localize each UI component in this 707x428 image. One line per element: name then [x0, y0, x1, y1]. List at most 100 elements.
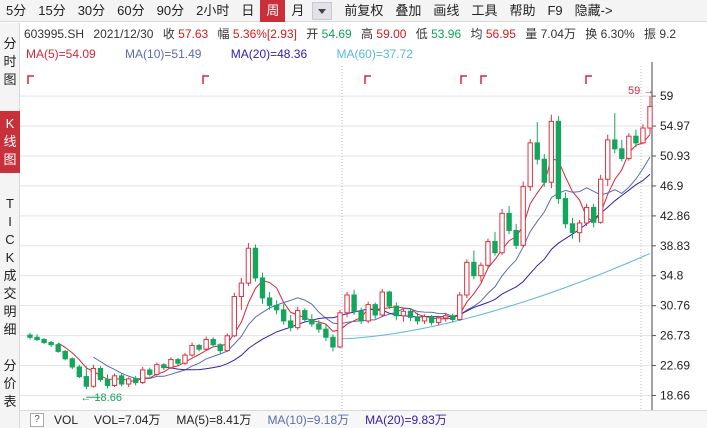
candle[interactable]	[273, 300, 280, 315]
candle[interactable]	[76, 364, 83, 379]
candle[interactable]	[104, 374, 111, 389]
candle[interactable]	[619, 139, 625, 162]
candle[interactable]	[161, 363, 167, 370]
candle[interactable]	[337, 309, 343, 349]
candle[interactable]	[548, 114, 555, 189]
candle[interactable]	[210, 337, 216, 347]
candle[interactable]	[562, 192, 569, 229]
candle[interactable]	[499, 208, 505, 255]
tool-button-2[interactable]: 画线	[427, 0, 465, 22]
candle[interactable]	[97, 366, 104, 382]
candle[interactable]	[640, 124, 646, 145]
sidebar-tab-tick[interactable]: TICK	[0, 195, 20, 267]
candle[interactable]	[62, 349, 68, 361]
sidebar-tab-deal-detail[interactable]: 成交明细	[0, 267, 20, 339]
candle[interactable]	[330, 334, 336, 352]
candle[interactable]	[506, 205, 512, 235]
kline-chart[interactable]: 59 54.97 50.93 46.9 42.86 38.83 34.8 30.76 26.73…	[20, 62, 707, 410]
sidebar-tab-price-table[interactable]: 分价表	[0, 357, 20, 411]
period-tab-1[interactable]: 15分	[32, 0, 71, 22]
candle[interactable]	[393, 302, 400, 321]
candle[interactable]	[118, 373, 125, 387]
candle[interactable]	[428, 315, 435, 326]
period-tab-2[interactable]: 30分	[72, 0, 111, 22]
tool-button-6[interactable]: 隐藏->	[569, 0, 619, 22]
help-icon[interactable]: ?	[30, 412, 44, 427]
candle[interactable]	[351, 289, 357, 316]
candle[interactable]	[372, 302, 378, 319]
candle[interactable]	[245, 243, 252, 287]
candle[interactable]	[597, 174, 604, 224]
candle[interactable]	[125, 377, 132, 387]
candle[interactable]	[492, 231, 498, 256]
candle[interactable]	[534, 122, 540, 165]
candle[interactable]	[309, 314, 315, 327]
candle[interactable]	[83, 366, 90, 390]
candle[interactable]	[485, 238, 491, 268]
candle[interactable]	[41, 338, 47, 344]
candle[interactable]	[379, 289, 385, 317]
candle[interactable]	[590, 203, 597, 228]
sidebar-tab-timeshare[interactable]: 分时图	[0, 35, 20, 89]
candle[interactable]	[541, 154, 548, 187]
candle[interactable]	[457, 292, 463, 321]
candle[interactable]	[140, 366, 146, 385]
period-tab-8[interactable]: 月	[285, 0, 310, 22]
candle[interactable]	[217, 343, 223, 354]
candle[interactable]	[168, 357, 174, 370]
period-tab-7[interactable]: 周	[260, 0, 286, 22]
candle[interactable]	[231, 292, 238, 338]
candle[interactable]	[280, 303, 287, 325]
tool-button-4[interactable]: 帮助	[503, 0, 541, 22]
candle[interactable]	[189, 342, 195, 357]
candle[interactable]	[111, 373, 118, 387]
candle[interactable]	[471, 250, 477, 280]
candle[interactable]	[605, 134, 611, 186]
candle[interactable]	[175, 358, 181, 366]
period-tab-3[interactable]: 60分	[111, 0, 150, 22]
candle[interactable]	[259, 272, 266, 304]
tool-button-1[interactable]: 叠加	[389, 0, 427, 22]
candle[interactable]	[583, 203, 590, 226]
candle[interactable]	[555, 116, 562, 204]
candle[interactable]	[295, 306, 301, 330]
candle[interactable]	[69, 357, 75, 370]
candle[interactable]	[154, 362, 160, 376]
tool-button-3[interactable]: 工具	[465, 0, 503, 22]
candle[interactable]	[182, 352, 188, 365]
period-tab-0[interactable]: 5分	[0, 0, 32, 22]
candle[interactable]	[90, 364, 97, 388]
candle[interactable]	[196, 343, 202, 352]
candle[interactable]	[576, 220, 583, 243]
candle[interactable]	[55, 343, 61, 353]
candle[interactable]	[386, 290, 393, 310]
period-dropdown-icon[interactable]	[312, 1, 333, 20]
candle[interactable]	[48, 340, 54, 347]
candle[interactable]	[365, 301, 371, 324]
candle[interactable]	[612, 113, 618, 154]
period-tab-6[interactable]: 日	[235, 0, 260, 22]
candle[interactable]	[132, 375, 139, 386]
candle[interactable]	[287, 315, 294, 332]
candle[interactable]	[224, 333, 230, 353]
candle[interactable]	[147, 367, 153, 377]
candle[interactable]	[513, 223, 519, 249]
sidebar-tab-kline[interactable]: K线图	[0, 111, 20, 173]
candle[interactable]	[527, 139, 533, 192]
period-tab-4[interactable]: 90分	[151, 0, 190, 22]
candle[interactable]	[520, 181, 526, 248]
candle[interactable]	[626, 133, 632, 161]
candle[interactable]	[407, 309, 414, 321]
candle[interactable]	[252, 244, 259, 282]
candle[interactable]	[478, 262, 484, 282]
tool-button-0[interactable]: 前复权	[338, 0, 389, 22]
tool-button-5[interactable]: F9	[541, 0, 568, 22]
vol-indicator-name[interactable]: VOL	[54, 413, 78, 427]
candle[interactable]	[203, 336, 209, 351]
candle[interactable]	[238, 277, 245, 310]
period-tab-5[interactable]: 2小时	[190, 0, 235, 22]
candle[interactable]	[302, 308, 308, 323]
candle[interactable]	[400, 308, 407, 322]
candle[interactable]	[27, 332, 33, 340]
candle[interactable]	[323, 324, 329, 341]
